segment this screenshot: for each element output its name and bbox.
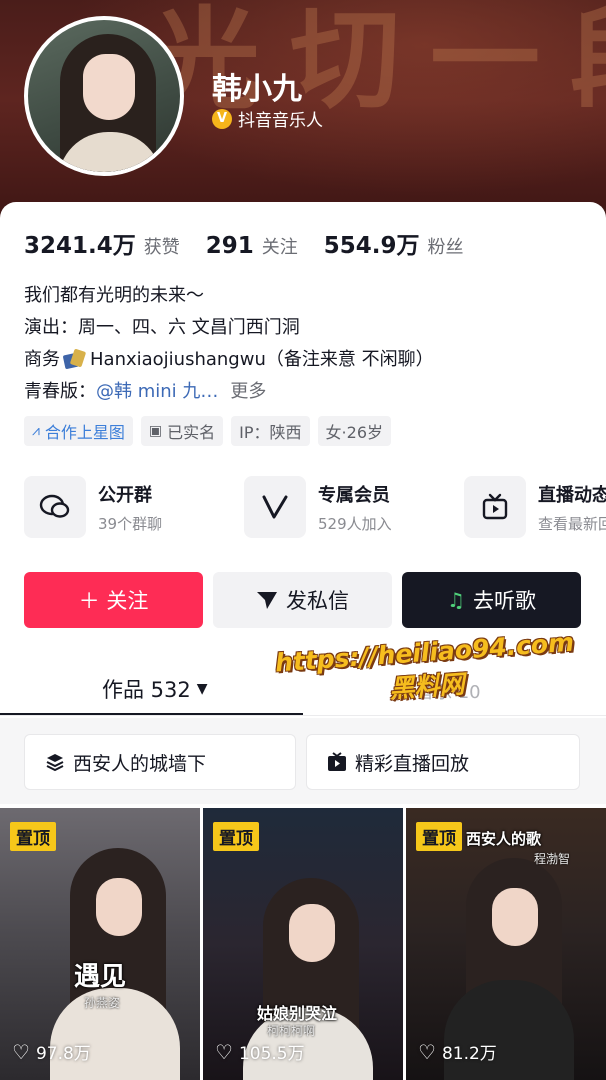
pinned-badge: 置顶 — [10, 822, 56, 851]
feature-subtitle: 529人加入 — [318, 514, 392, 533]
stat-value: 554.9万 — [323, 233, 420, 259]
tag-label: 已实名 — [167, 423, 216, 442]
feature-subtitle: 39个群聊 — [98, 514, 163, 533]
feature-membership[interactable]: 专属会员 529人加入 — [244, 476, 450, 538]
youth-account-link[interactable]: @韩 mini 九… — [96, 376, 218, 408]
tag-ip: IP：陕西 — [231, 416, 310, 446]
chevron-down-icon: ▼ — [196, 681, 208, 697]
collection-city-wall[interactable]: 西安人的城墙下 — [24, 734, 296, 790]
follow-button[interactable]: ＋ 关注 — [24, 572, 203, 628]
business-prefix: 商务 — [24, 349, 60, 370]
likes-count: 81.2万 — [441, 1044, 497, 1064]
video-title: 姑娘别哭泣 — [257, 1004, 338, 1023]
video-likes: ♡ 81.2万 — [418, 1039, 497, 1065]
stat-value: 3241.4万 — [24, 233, 136, 259]
likes-count: 105.5万 — [238, 1044, 305, 1064]
video-title: 西安人的歌 — [466, 830, 542, 848]
listen-music-button[interactable]: ♫ 去听歌 — [402, 572, 581, 628]
stat-label: 粉丝 — [427, 237, 464, 258]
message-button[interactable]: 发私信 — [213, 572, 392, 628]
tag-label: 女·26岁 — [325, 423, 383, 442]
video-likes: ♡ 97.8万 — [12, 1039, 91, 1065]
profile-banner: 光切一段 韩小九 V 抖音音乐人 — [0, 0, 606, 222]
message-button-label: 发私信 — [286, 589, 349, 613]
collection-label: 西安人的城墙下 — [73, 752, 207, 775]
profile-card: 3241.4万 获赞 291 关注 554.9万 粉丝 我们都有光明的未来～ 演… — [0, 202, 606, 1080]
stat-label: 关注 — [261, 237, 298, 258]
collection-live-replay[interactable]: 精彩直播回放 — [306, 734, 580, 790]
video-title: 遇见 — [74, 962, 127, 992]
music-note-icon: ♫ — [447, 588, 465, 612]
video-likes: ♡ 105.5万 — [215, 1039, 305, 1065]
stat-followers[interactable]: 554.9万 粉丝 — [324, 226, 464, 260]
bio: 我们都有光明的未来～ 演出：周一、四、六 文昌门西门洞 商务 Hanxiaoji… — [24, 280, 434, 408]
pinned-badge: 置顶 — [213, 822, 259, 851]
tab-works[interactable]: 作品 532 ▼ — [102, 674, 208, 704]
feature-title: 直播动态 — [538, 484, 606, 506]
tab-divider — [0, 715, 606, 716]
tv-play-icon — [464, 476, 526, 538]
bio-line-business: 商务 Hanxiaojiushangwu（备注来意 不闲聊） — [24, 344, 434, 376]
video-subtitle: 程渤智 — [534, 852, 571, 866]
video-thumbnail[interactable]: 置顶 姑娘别哭泣 柯柯柯啊 ♡ 105.5万 — [203, 808, 403, 1080]
bio-line: 我们都有光明的未来～ — [24, 285, 204, 306]
stat-value: 291 — [205, 233, 254, 259]
business-card-icon — [64, 350, 86, 370]
listen-music-label: 去听歌 — [472, 589, 536, 613]
tag-star-map[interactable]: ⩘ 合作上星图 — [24, 416, 133, 446]
bio-line-youth: 青春版： @韩 mini 九… 更多 — [24, 376, 434, 408]
tag-label: 合作上星图 — [44, 423, 125, 442]
stat-label: 获赞 — [143, 237, 180, 258]
layers-icon — [46, 754, 64, 772]
likes-count: 97.8万 — [35, 1044, 91, 1064]
send-icon — [257, 592, 277, 609]
v-member-icon — [244, 476, 306, 538]
verified-badge-icon: V — [212, 108, 232, 129]
profile-tags: ⩘ 合作上星图 ▣ 已实名 IP：陕西 女·26岁 — [24, 416, 391, 446]
tab-works-label: 作品 532 — [102, 678, 191, 702]
business-contact: Hanxiaojiushangwu（备注来意 不闲聊） — [90, 349, 434, 370]
star-map-icon: ⩘ — [32, 423, 40, 439]
feature-title: 公开群 — [98, 484, 152, 506]
verified-label: 抖音音乐人 — [238, 111, 323, 131]
tag-label: IP：陕西 — [239, 423, 302, 442]
video-thumbnail[interactable]: 置顶 遇见 孙燕姿 ♡ 97.8万 — [0, 808, 200, 1080]
video-subtitle: 柯柯柯啊 — [267, 1024, 316, 1038]
id-card-icon: ▣ — [148, 423, 163, 439]
profile-name: 韩小九 — [212, 72, 302, 107]
heart-icon: ♡ — [12, 1039, 30, 1064]
video-grid: 置顶 遇见 孙燕姿 ♡ 97.8万 置顶 姑娘别哭泣 柯柯柯啊 ♡ 105.5万… — [0, 808, 606, 1080]
bio-line: 演出：周一、四、六 文昌门西门洞 — [24, 317, 300, 338]
video-subtitle: 孙燕姿 — [84, 996, 121, 1010]
bio-more-link[interactable]: 更多 — [230, 376, 266, 408]
feature-title: 专属会员 — [318, 484, 390, 506]
stat-following[interactable]: 291 关注 — [206, 233, 298, 259]
tag-verified-id[interactable]: ▣ 已实名 — [140, 416, 224, 446]
tag-gender-age: 女·26岁 — [317, 416, 391, 446]
feature-subtitle: 查看最新回 — [538, 514, 606, 533]
heart-icon: ♡ — [418, 1039, 436, 1064]
feature-live-updates[interactable]: 直播动态 查看最新回 — [464, 476, 606, 538]
youth-prefix: 青春版： — [24, 381, 96, 402]
collection-label: 精彩直播回放 — [355, 752, 470, 775]
feature-row: 公开群 39个群聊 专属会员 529人加入 直播动态 查看最新回 — [24, 476, 606, 538]
collections-row: 西安人的城墙下 精彩直播回放 — [0, 718, 606, 804]
live-replay-icon — [328, 752, 346, 771]
stat-likes[interactable]: 3241.4万 获赞 — [24, 226, 180, 260]
chat-bubbles-icon — [24, 476, 86, 538]
avatar[interactable] — [24, 16, 184, 176]
stats-row: 3241.4万 获赞 291 关注 554.9万 粉丝 — [24, 226, 464, 260]
feature-public-group[interactable]: 公开群 39个群聊 — [24, 476, 230, 538]
video-thumbnail[interactable]: 置顶 西安人的歌 程渤智 ♡ 81.2万 — [406, 808, 606, 1080]
action-buttons: ＋ 关注 发私信 ♫ 去听歌 — [24, 572, 581, 628]
heart-icon: ♡ — [215, 1039, 233, 1064]
verified-row: V 抖音音乐人 — [212, 106, 323, 131]
pinned-badge: 置顶 — [416, 822, 462, 851]
